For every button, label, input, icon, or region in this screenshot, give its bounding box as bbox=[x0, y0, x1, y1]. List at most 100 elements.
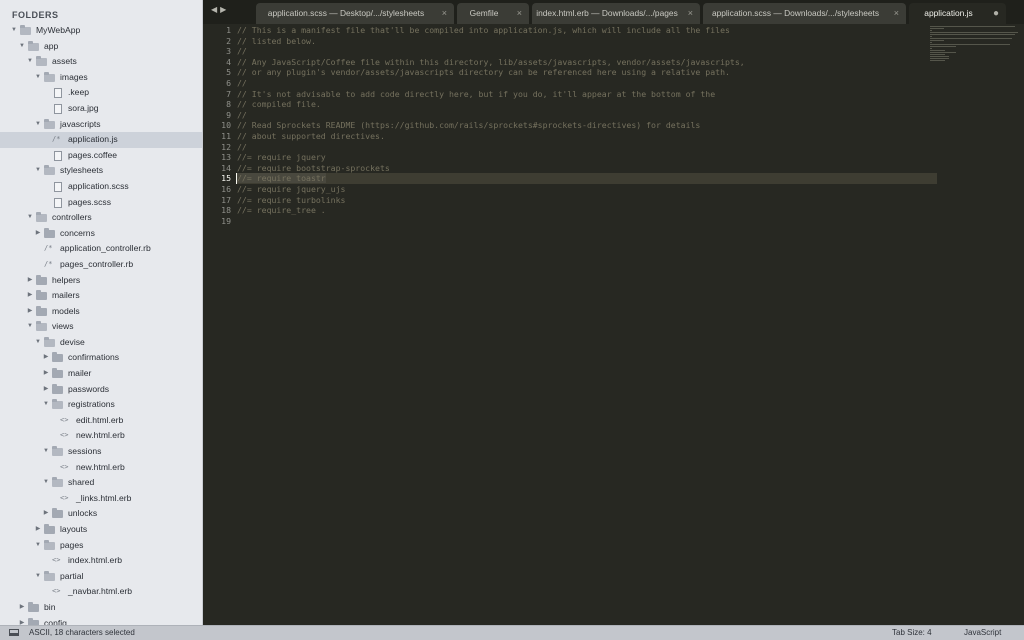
tree-file[interactable]: /* application.js bbox=[0, 132, 202, 148]
tree-folder[interactable]: ▶ mailer bbox=[0, 366, 202, 382]
tree-file[interactable]: application.scss bbox=[0, 179, 202, 195]
tab[interactable]: Gemfile × bbox=[457, 3, 529, 24]
tree-folder[interactable]: ▶ models bbox=[0, 304, 202, 320]
tree-file[interactable]: pages.scss bbox=[0, 195, 202, 211]
code-line[interactable]: // bbox=[237, 110, 937, 121]
tree-file[interactable]: <> _links.html.erb bbox=[0, 491, 202, 507]
disclosure-open-icon[interactable]: ▼ bbox=[26, 210, 34, 226]
tab[interactable]: index.html.erb — Downloads/.../pages × bbox=[532, 3, 700, 24]
disclosure-open-icon[interactable]: ▼ bbox=[18, 39, 26, 55]
code-line[interactable]: // listed below. bbox=[237, 36, 937, 47]
disclosure-closed-icon[interactable]: ▶ bbox=[42, 506, 50, 522]
disclosure-open-icon[interactable]: ▼ bbox=[42, 444, 50, 460]
tree-file[interactable]: /* application_controller.rb bbox=[0, 241, 202, 257]
tree-folder[interactable]: ▼ sessions bbox=[0, 444, 202, 460]
disclosure-closed-icon[interactable]: ▶ bbox=[18, 600, 26, 616]
close-icon[interactable]: × bbox=[894, 3, 899, 24]
disclosure-closed-icon[interactable]: ▶ bbox=[26, 288, 34, 304]
tree-folder[interactable]: ▼ pages bbox=[0, 538, 202, 554]
tree-file[interactable]: <> index.html.erb bbox=[0, 553, 202, 569]
tree-folder[interactable]: ▼ MyWebApp bbox=[0, 23, 202, 39]
tree-file[interactable]: /* pages_controller.rb bbox=[0, 257, 202, 273]
tree-folder[interactable]: ▼ views bbox=[0, 319, 202, 335]
disclosure-closed-icon[interactable]: ▶ bbox=[34, 522, 42, 538]
disclosure-open-icon[interactable]: ▼ bbox=[10, 23, 18, 39]
tree-file[interactable]: <> new.html.erb bbox=[0, 460, 202, 476]
close-icon[interactable]: × bbox=[688, 3, 693, 24]
nav-back-icon[interactable]: ◀ bbox=[211, 5, 220, 14]
tree-folder[interactable]: ▶ passwords bbox=[0, 382, 202, 398]
tree-folder[interactable]: ▼ controllers bbox=[0, 210, 202, 226]
panel-toggle-icon[interactable] bbox=[9, 629, 19, 636]
disclosure-open-icon[interactable]: ▼ bbox=[26, 319, 34, 335]
nav-forward-icon[interactable]: ▶ bbox=[220, 5, 229, 14]
disclosure-closed-icon[interactable]: ▶ bbox=[26, 304, 34, 320]
code-line[interactable]: //= require turbolinks bbox=[237, 195, 937, 206]
disclosure-open-icon[interactable]: ▼ bbox=[34, 538, 42, 554]
disclosure-closed-icon[interactable]: ▶ bbox=[18, 616, 26, 625]
tab-size-indicator[interactable]: Tab Size: 4 bbox=[892, 626, 932, 640]
code-line[interactable]: // This is a manifest file that'll be co… bbox=[237, 25, 937, 36]
tree-folder[interactable]: ▶ helpers bbox=[0, 273, 202, 289]
tree-file[interactable]: pages.coffee bbox=[0, 148, 202, 164]
disclosure-open-icon[interactable]: ▼ bbox=[34, 117, 42, 133]
minimap[interactable] bbox=[930, 26, 1020, 61]
code-line[interactable]: //= require bootstrap-sprockets bbox=[237, 163, 937, 174]
disclosure-closed-icon[interactable]: ▶ bbox=[34, 226, 42, 242]
code-editor[interactable]: 1 2 3 4 5 6 7 8 9 10 11 12 13 14 15 16 17 18 19 // This is… bbox=[203, 24, 1024, 625]
tree-folder[interactable]: ▼ images bbox=[0, 70, 202, 86]
code-line[interactable]: // bbox=[237, 78, 937, 89]
tab[interactable]: application.scss — Downloads/.../stylesh… bbox=[703, 3, 906, 24]
code-line[interactable]: // bbox=[237, 46, 937, 57]
disclosure-open-icon[interactable]: ▼ bbox=[34, 163, 42, 179]
tree-folder[interactable]: ▶ config bbox=[0, 616, 202, 625]
tree-file[interactable]: <> new.html.erb bbox=[0, 428, 202, 444]
tab-active[interactable]: application.js ● bbox=[909, 3, 1006, 24]
disclosure-open-icon[interactable]: ▼ bbox=[34, 569, 42, 585]
disclosure-closed-icon[interactable]: ▶ bbox=[42, 382, 50, 398]
tree-folder[interactable]: ▼ partial bbox=[0, 569, 202, 585]
close-icon[interactable]: × bbox=[442, 3, 447, 24]
tree-folder[interactable]: ▼ stylesheets bbox=[0, 163, 202, 179]
syntax-indicator[interactable]: JavaScript bbox=[964, 626, 1001, 640]
tab-nav-arrows[interactable]: ◀▶ bbox=[211, 5, 229, 14]
code-line[interactable]: //= require jquery_ujs bbox=[237, 184, 937, 195]
disclosure-closed-icon[interactable]: ▶ bbox=[26, 273, 34, 289]
code-line-current[interactable]: //= require toastr bbox=[237, 173, 937, 184]
disclosure-open-icon[interactable]: ▼ bbox=[34, 335, 42, 351]
code-line[interactable]: // or any plugin's vendor/assets/javascr… bbox=[237, 67, 937, 78]
disclosure-closed-icon[interactable]: ▶ bbox=[42, 366, 50, 382]
code-line[interactable]: // compiled file. bbox=[237, 99, 937, 110]
tree-folder[interactable]: ▼ shared bbox=[0, 475, 202, 491]
tree-folder[interactable]: ▶ confirmations bbox=[0, 350, 202, 366]
tree-folder[interactable]: ▼ app bbox=[0, 39, 202, 55]
code-line[interactable]: // bbox=[237, 142, 937, 153]
tree-folder[interactable]: ▶ unlocks bbox=[0, 506, 202, 522]
tree-file[interactable]: .keep bbox=[0, 85, 202, 101]
code-line[interactable]: // Read Sprockets README (https://github… bbox=[237, 120, 937, 131]
disclosure-open-icon[interactable]: ▼ bbox=[42, 397, 50, 413]
code-line[interactable]: // about supported directives. bbox=[237, 131, 937, 142]
close-icon[interactable]: × bbox=[517, 3, 522, 24]
code-line[interactable]: //= require_tree . bbox=[237, 205, 937, 216]
tree-file[interactable]: <> edit.html.erb bbox=[0, 413, 202, 429]
tree-folder[interactable]: ▶ concerns bbox=[0, 226, 202, 242]
tree-folder[interactable]: ▼ devise bbox=[0, 335, 202, 351]
code-line[interactable]: // Any JavaScript/Coffee file within thi… bbox=[237, 57, 937, 68]
code-area[interactable]: // This is a manifest file that'll be co… bbox=[237, 25, 937, 226]
tree-folder[interactable]: ▼ registrations bbox=[0, 397, 202, 413]
tree-file[interactable]: <> _navbar.html.erb bbox=[0, 584, 202, 600]
code-line[interactable] bbox=[237, 216, 937, 227]
disclosure-closed-icon[interactable]: ▶ bbox=[42, 350, 50, 366]
tree-file[interactable]: sora.jpg bbox=[0, 101, 202, 117]
tree-folder[interactable]: ▶ layouts bbox=[0, 522, 202, 538]
unsaved-dot-icon[interactable]: ● bbox=[993, 3, 999, 24]
tree-folder[interactable]: ▶ mailers bbox=[0, 288, 202, 304]
disclosure-open-icon[interactable]: ▼ bbox=[42, 475, 50, 491]
tree-folder[interactable]: ▼ assets bbox=[0, 54, 202, 70]
tree-folder[interactable]: ▼ javascripts bbox=[0, 117, 202, 133]
tree-folder[interactable]: ▶ bin bbox=[0, 600, 202, 616]
code-line[interactable]: // It's not advisable to add code direct… bbox=[237, 89, 937, 100]
code-line[interactable]: //= require jquery bbox=[237, 152, 937, 163]
disclosure-open-icon[interactable]: ▼ bbox=[34, 70, 42, 86]
